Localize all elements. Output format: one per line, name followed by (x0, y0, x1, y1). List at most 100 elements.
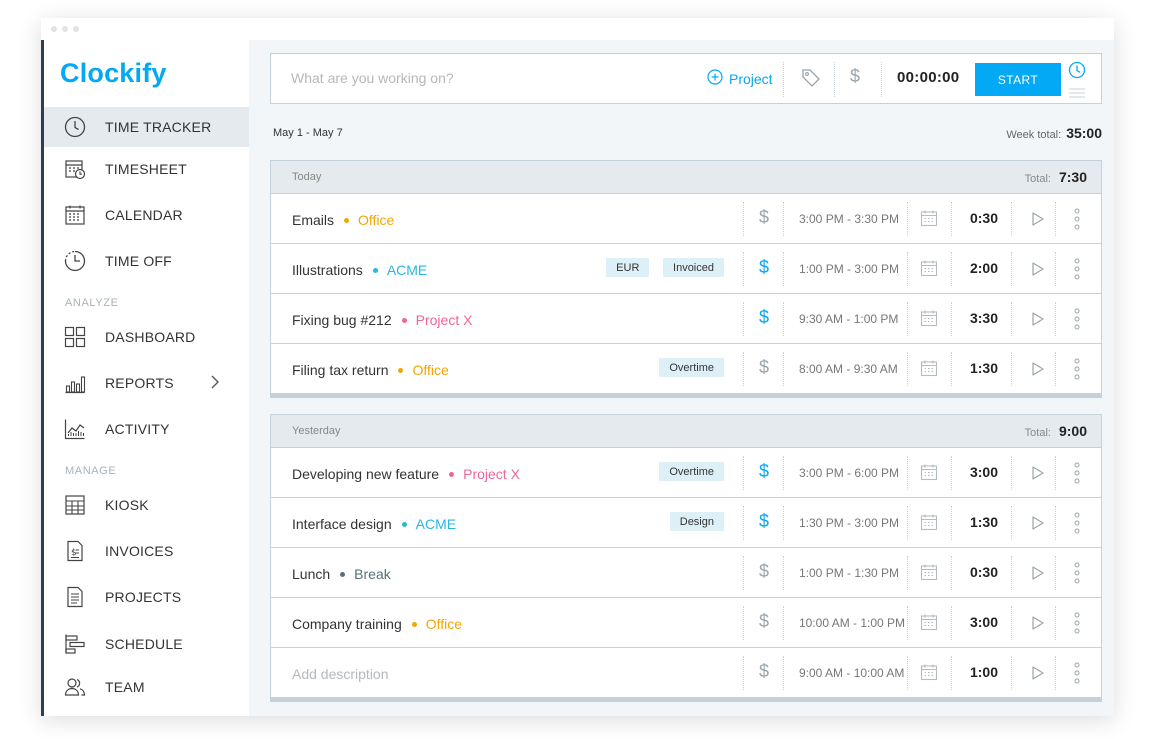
entry-time-range[interactable]: 9:30 AM - 1:00 PM (799, 312, 898, 326)
entry-description[interactable]: Add description (292, 666, 389, 682)
sidebar-item-schedule[interactable]: SCHEDULE (44, 624, 249, 664)
entry-tag[interactable]: Design (669, 512, 724, 531)
entry-duration[interactable]: 0:30 (961, 564, 1007, 580)
calendar-icon[interactable] (920, 663, 938, 686)
sidebar-item-invoices[interactable]: $ INVOICES (44, 531, 249, 571)
entry-project[interactable]: Office (358, 212, 394, 228)
calendar-icon[interactable] (920, 359, 938, 382)
entry-duration[interactable]: 3:30 (961, 310, 1007, 326)
billable-toggle[interactable]: $ (759, 307, 769, 328)
entry-time-range[interactable]: 3:00 PM - 3:30 PM (799, 212, 899, 226)
more-options-icon[interactable] (1074, 462, 1080, 489)
entry-time-range[interactable]: 10:00 AM - 1:00 PM (799, 616, 905, 630)
entry-project[interactable]: ACME (387, 262, 427, 278)
sidebar-item-label: TIME TRACKER (105, 119, 212, 135)
sidebar-item-team[interactable]: TEAM (44, 667, 249, 707)
play-icon[interactable] (1031, 261, 1045, 282)
project-picker-button[interactable]: Project (707, 69, 773, 88)
entry-tag[interactable]: Overtime (659, 462, 724, 481)
sidebar-item-time-off[interactable]: TIME OFF (44, 241, 249, 281)
entry-tag[interactable]: EUR (606, 258, 650, 277)
billable-toggle[interactable]: $ (759, 357, 769, 378)
entry-time-range[interactable]: 3:00 PM - 6:00 PM (799, 466, 899, 480)
calendar-icon[interactable] (920, 309, 938, 332)
start-button[interactable]: START (975, 63, 1061, 96)
sidebar-item-timesheet[interactable]: TIMESHEET (44, 149, 249, 189)
entry-duration[interactable]: 3:00 (961, 614, 1007, 630)
project-color-dot (340, 571, 346, 577)
calendar-icon[interactable] (920, 463, 938, 486)
entry-duration[interactable]: 0:30 (961, 210, 1007, 226)
sidebar-item-reports[interactable]: REPORTS (44, 363, 249, 403)
entry-description[interactable]: Emails Office (292, 212, 394, 228)
play-icon[interactable] (1031, 615, 1045, 636)
app-logo[interactable]: Clockify (60, 58, 167, 89)
sidebar-item-calendar[interactable]: CALENDAR (44, 195, 249, 235)
play-icon[interactable] (1031, 565, 1045, 586)
calendar-icon[interactable] (920, 209, 938, 232)
entry-duration[interactable]: 3:00 (961, 464, 1007, 480)
billable-toggle[interactable]: $ (759, 611, 769, 632)
entry-duration[interactable]: 1:30 (961, 360, 1007, 376)
entry-project[interactable]: Break (354, 566, 391, 582)
entry-project[interactable]: Project X (416, 312, 473, 328)
play-icon[interactable] (1031, 515, 1045, 536)
entry-tag[interactable]: Overtime (659, 358, 724, 377)
entry-duration[interactable]: 1:00 (961, 664, 1007, 680)
description-input[interactable] (291, 70, 671, 86)
entry-time-range[interactable]: 1:00 PM - 3:00 PM (799, 262, 899, 276)
entry-description[interactable]: Filing tax return Office (292, 362, 449, 378)
entry-description[interactable]: Lunch Break (292, 566, 391, 582)
billable-toggle[interactable]: $ (759, 461, 769, 482)
play-icon[interactable] (1031, 211, 1045, 232)
play-icon[interactable] (1031, 361, 1045, 382)
sidebar-item-time-tracker[interactable]: TIME TRACKER (44, 107, 249, 147)
entry-time-range[interactable]: 1:30 PM - 3:00 PM (799, 516, 899, 530)
more-options-icon[interactable] (1074, 612, 1080, 639)
billable-toggle[interactable]: $ (759, 561, 769, 582)
entry-description[interactable]: Developing new feature Project X (292, 466, 520, 482)
calendar-icon[interactable] (920, 513, 938, 536)
play-icon[interactable] (1031, 665, 1045, 686)
entry-project[interactable]: Office (426, 616, 462, 632)
divider (783, 252, 784, 286)
entry-project[interactable]: ACME (416, 516, 456, 532)
entry-time-range[interactable]: 1:00 PM - 1:30 PM (799, 566, 899, 580)
entry-description[interactable]: Interface design ACME (292, 516, 456, 532)
play-icon[interactable] (1031, 311, 1045, 332)
billable-toggle[interactable]: $ (759, 257, 769, 278)
more-options-icon[interactable] (1074, 308, 1080, 335)
entry-project[interactable]: Office (412, 362, 448, 378)
entry-description[interactable]: Fixing bug #212 Project X (292, 312, 472, 328)
entry-duration[interactable]: 2:00 (961, 260, 1007, 276)
calendar-icon[interactable] (920, 563, 938, 586)
billable-toggle[interactable]: $ (759, 661, 769, 682)
sidebar-item-activity[interactable]: ACTIVITY (44, 409, 249, 449)
entry-time-range[interactable]: 9:00 AM - 10:00 AM (799, 666, 904, 680)
tag-icon[interactable] (801, 68, 821, 93)
more-options-icon[interactable] (1074, 258, 1080, 285)
sidebar-item-dashboard[interactable]: DASHBOARD (44, 317, 249, 357)
timer-mode-clock-icon[interactable] (1068, 61, 1086, 84)
entry-description[interactable]: Company training Office (292, 616, 462, 632)
entry-duration[interactable]: 1:30 (961, 514, 1007, 530)
play-icon[interactable] (1031, 465, 1045, 486)
entry-description-text: Emails (292, 212, 335, 228)
billable-toggle[interactable]: $ (759, 207, 769, 228)
more-options-icon[interactable] (1074, 662, 1080, 689)
calendar-icon[interactable] (920, 259, 938, 282)
calendar-icon[interactable] (920, 613, 938, 636)
entry-tag[interactable]: Invoiced (663, 258, 724, 277)
sidebar-item-projects[interactable]: PROJECTS (44, 577, 249, 617)
sidebar-item-kiosk[interactable]: KIOSK (44, 485, 249, 525)
more-options-icon[interactable] (1074, 562, 1080, 589)
entry-time-range[interactable]: 8:00 AM - 9:30 AM (799, 362, 898, 376)
more-options-icon[interactable] (1074, 358, 1080, 385)
entry-description[interactable]: Illustrations ACME (292, 262, 427, 278)
more-options-icon[interactable] (1074, 208, 1080, 235)
more-options-icon[interactable] (1074, 512, 1080, 539)
manual-mode-list-icon[interactable] (1068, 86, 1086, 104)
entry-project[interactable]: Project X (463, 466, 520, 482)
billable-toggle[interactable]: $ (759, 511, 769, 532)
billable-toggle[interactable]: $ (850, 66, 860, 87)
